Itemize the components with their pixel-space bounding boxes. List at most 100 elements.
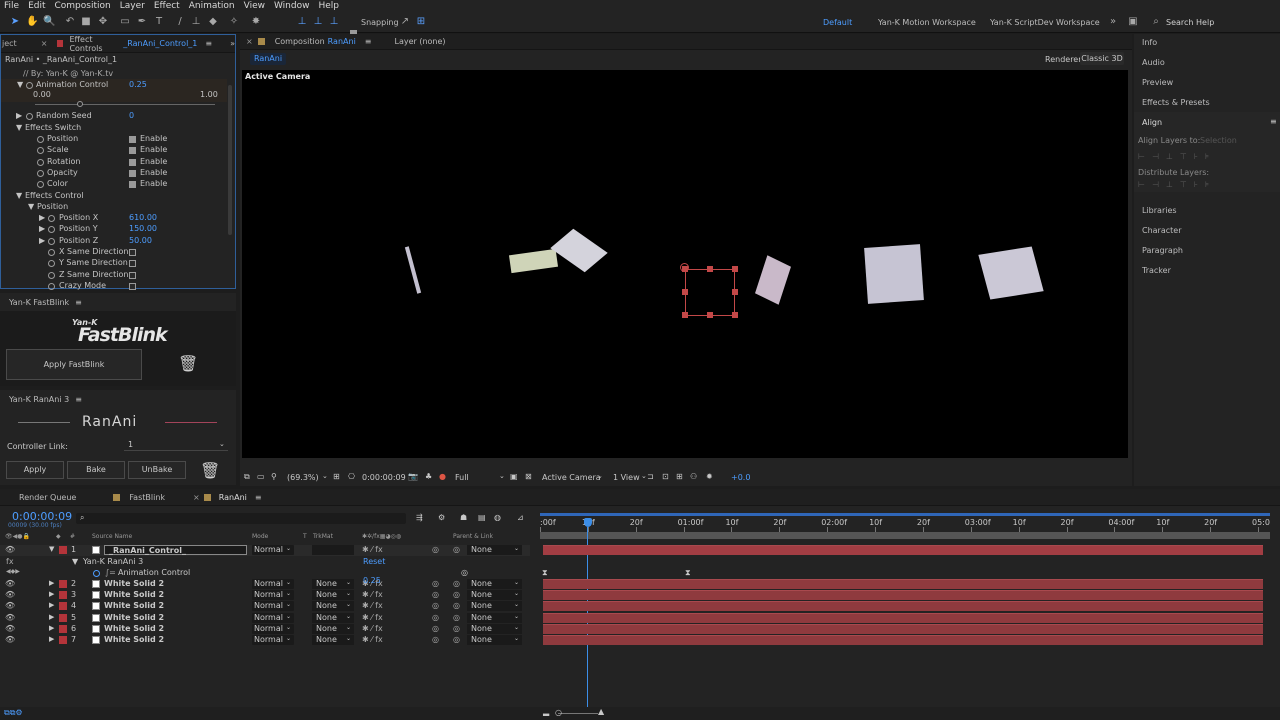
camera-tool-icon[interactable]: ■	[80, 16, 92, 28]
rectangle-tool-icon[interactable]: ▭	[119, 16, 131, 28]
expand-triangle-icon[interactable]: ▼	[28, 202, 34, 213]
label-color-swatch[interactable]	[59, 602, 67, 610]
pen-tool-icon[interactable]: ✒	[136, 16, 148, 28]
effect-controls-title[interactable]: Effect Controls	[69, 35, 120, 53]
enable-checkbox[interactable]	[129, 159, 136, 166]
pickwhip-icon[interactable]: ◎	[453, 635, 460, 644]
rotate-tool-icon[interactable]: ↶	[64, 16, 76, 28]
always-preview-icon[interactable]: ⧉	[244, 472, 250, 482]
flowchart-icon[interactable]: ⚇	[690, 472, 697, 481]
layer-duration-bar[interactable]	[543, 545, 1263, 555]
animation-slider-track[interactable]	[35, 101, 215, 107]
trkmat-dropdown[interactable]: None ⌄	[312, 624, 354, 634]
layer-name[interactable]: _RanAni_Control_	[104, 545, 247, 555]
local-axis-icon[interactable]: ⊥	[296, 16, 308, 28]
label-color-swatch[interactable]	[59, 591, 67, 599]
layer-switches-icon[interactable]: ✱ ⁄ fx	[362, 635, 383, 644]
transform-handle[interactable]	[732, 312, 738, 318]
resolution-value[interactable]: Full	[455, 473, 469, 482]
layer-row[interactable]: 👁 ▶ 3 White Solid 2 Normal ⌄ None ⌄ ✱ ⁄ fx ◎ ◎ None…	[0, 590, 530, 601]
world-axis-icon[interactable]: ⊥	[312, 16, 324, 28]
stopwatch-icon[interactable]	[48, 272, 55, 279]
reset-link[interactable]: Reset	[363, 557, 385, 566]
paragraph-tab[interactable]: Paragraph	[1142, 246, 1183, 255]
panel-menu-icon[interactable]: ≡	[255, 493, 262, 502]
expand-triangle-icon[interactable]: ▼	[16, 123, 22, 134]
shy-layers-icon[interactable]: ☗	[460, 513, 467, 522]
panel-menu-icon[interactable]: ≡	[75, 298, 82, 307]
collapse-triangle-icon[interactable]: ▶	[49, 613, 54, 621]
collapse-triangle-icon[interactable]: ▶	[49, 601, 54, 609]
layer-row[interactable]: 👁 ▼ 1 _RanAni_Control_ Normal ⌄ ✱ ⁄ fx ◎ ◎ None ⌄	[0, 545, 530, 556]
effect-controls-layer[interactable]: _RanAni_Control_1	[123, 39, 197, 48]
collapse-triangle-icon[interactable]: ▶	[16, 111, 22, 122]
snap-option-icon[interactable]: ↗	[399, 16, 411, 28]
label-color-swatch[interactable]	[59, 546, 67, 554]
panel-menu-icon[interactable]: ≡	[75, 395, 82, 404]
layer-duration-bar[interactable]	[543, 624, 1263, 634]
pickwhip-icon[interactable]: ◎	[453, 590, 460, 599]
layer-switches-icon[interactable]: ✱ ⁄ fx	[362, 601, 383, 610]
monitor-icon[interactable]: ▭	[257, 472, 265, 481]
character-tab[interactable]: Character	[1142, 226, 1182, 235]
layer-row[interactable]: 👁 ▶ 6 White Solid 2 Normal ⌄ None ⌄ ✱ ⁄ fx ◎ ◎ None…	[0, 624, 530, 635]
visibility-eye-icon[interactable]: 👁	[5, 613, 15, 622]
align-title[interactable]: Align	[1142, 118, 1162, 127]
frame-blending-icon[interactable]: ▤	[478, 513, 486, 522]
snap-grid-icon[interactable]: ⊞	[415, 16, 427, 28]
zoom-in-icon[interactable]: ▲	[598, 707, 604, 716]
reset-exposure-icon[interactable]: ✹	[706, 472, 713, 481]
3d-layer-icon[interactable]: ◎	[432, 624, 439, 633]
trkmat-dropdown[interactable]: None ⌄	[312, 635, 354, 645]
visibility-eye-icon[interactable]: 👁	[5, 624, 15, 633]
close-icon[interactable]: ×	[193, 493, 200, 502]
menu-layer[interactable]: Layer	[120, 1, 145, 11]
info-panel-tab[interactable]: Info	[1142, 38, 1157, 47]
animation-control-value[interactable]: 0.25	[129, 80, 147, 91]
composition-name[interactable]: RanAni	[328, 37, 356, 46]
random-seed-value[interactable]: 0	[129, 111, 134, 122]
playhead-handle[interactable]	[584, 518, 592, 527]
parent-dropdown[interactable]: None ⌄	[467, 579, 522, 589]
blend-mode-dropdown[interactable]: Normal ⌄	[252, 624, 294, 634]
keyframe-nav-icon[interactable]: ◀◆▶	[6, 568, 20, 575]
workspace-motion[interactable]: Yan-K Motion Workspace	[878, 18, 976, 27]
trkmat-dropdown[interactable]: None ⌄	[312, 613, 354, 623]
fastblink-tab[interactable]: FastBlink	[129, 493, 165, 502]
apply-fastblink-button[interactable]: Apply FastBlink	[6, 349, 142, 380]
menu-help[interactable]: Help	[318, 1, 339, 11]
pickwhip-icon[interactable]: ◎	[453, 613, 460, 622]
stopwatch-icon[interactable]	[37, 170, 44, 177]
type-tool-icon[interactable]: T	[153, 16, 165, 28]
stopwatch-icon[interactable]	[48, 238, 55, 245]
solid-layer-shape[interactable]	[550, 228, 608, 273]
clone-stamp-tool-icon[interactable]: ⊥	[190, 16, 202, 28]
trkmat-header[interactable]: TrkMat	[313, 533, 333, 540]
stopwatch-icon[interactable]	[93, 570, 100, 577]
pickwhip-icon[interactable]: ◎	[453, 624, 460, 633]
renderer-button[interactable]: Classic 3D	[1080, 52, 1124, 65]
visibility-eye-icon[interactable]: 👁	[5, 590, 15, 599]
expand-triangle-icon[interactable]: ▼	[72, 557, 78, 566]
layer-row[interactable]: 👁 ▶ 4 White Solid 2 Normal ⌄ None ⌄ ✱ ⁄ fx ◎ ◎ None…	[0, 601, 530, 612]
align-buttons[interactable]: ⊢⊣⊥⊤⊦⊧	[1138, 152, 1216, 161]
current-time[interactable]: 0:00:00:09	[362, 473, 406, 482]
layer-duration-bar[interactable]	[543, 601, 1263, 611]
stopwatch-icon[interactable]	[37, 159, 44, 166]
effects-presets-tab[interactable]: Effects & Presets	[1142, 98, 1210, 107]
stopwatch-icon[interactable]	[26, 113, 33, 120]
selection-tool-icon[interactable]: ➤	[9, 16, 21, 28]
solid-layer-shape[interactable]	[864, 244, 924, 304]
scrollbar[interactable]	[228, 85, 232, 235]
menu-edit[interactable]: Edit	[28, 1, 45, 11]
snapshot-icon[interactable]: 📷	[408, 472, 418, 481]
collapse-triangle-icon[interactable]: ▶	[39, 224, 45, 233]
comp-mini-flowchart-icon[interactable]: ⇶	[416, 513, 423, 522]
label-color-swatch[interactable]	[59, 580, 67, 588]
label-color-swatch[interactable]	[59, 625, 67, 633]
layer-name[interactable]: White Solid 2	[104, 635, 164, 644]
expand-triangle-icon[interactable]: ▼	[16, 191, 22, 202]
parent-dropdown[interactable]: None ⌄	[467, 613, 522, 623]
layer-switches-icon[interactable]: ✱ ⁄ fx	[362, 545, 383, 554]
collapse-triangle-icon[interactable]: ▶	[49, 579, 54, 587]
